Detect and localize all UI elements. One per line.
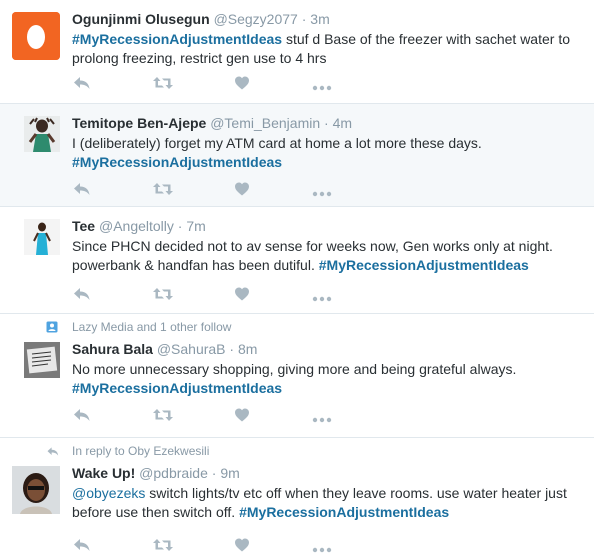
tweet-author-name[interactable]: Temitope Ben-Ajepe xyxy=(72,115,206,131)
reply-context-icon xyxy=(46,446,60,457)
retweet-icon[interactable] xyxy=(152,180,174,198)
tweet-text: I (deliberately) forget my ATM card at h… xyxy=(72,134,580,172)
egg-icon xyxy=(12,12,60,60)
more-options-icon[interactable] xyxy=(312,541,332,559)
tweet-author-name[interactable]: Wake Up! xyxy=(72,465,135,481)
tweet-timestamp[interactable]: 3m xyxy=(310,11,329,27)
tweet-author-handle[interactable]: @SahuraB xyxy=(157,341,226,357)
tweet-timestamp[interactable]: 9m xyxy=(220,465,239,481)
hashtag-link[interactable]: #MyRecessionAdjustmentIdeas xyxy=(72,380,282,396)
tweet-body: I (deliberately) forget my ATM card at h… xyxy=(72,135,482,151)
tweet-author-name[interactable]: Sahura Bala xyxy=(72,341,153,357)
follow-person-icon xyxy=(46,321,58,333)
tweet-item[interactable]: Tee @Angeltolly · 7m Since PHCN decided … xyxy=(0,207,594,314)
hashtag-link[interactable]: #MyRecessionAdjustmentIdeas xyxy=(72,154,282,170)
photo-avatar[interactable] xyxy=(24,342,60,378)
tweet-author-name[interactable]: Tee xyxy=(72,218,95,234)
hashtag-link[interactable]: #MyRecessionAdjustmentIdeas xyxy=(72,31,282,47)
tweet-body: No more unnecessary shopping, giving mor… xyxy=(72,361,517,377)
tweet-text: Since PHCN decided not to av sense for w… xyxy=(72,237,580,275)
egg-avatar[interactable] xyxy=(12,12,60,60)
more-options-icon[interactable] xyxy=(312,411,332,429)
tweet-author-name[interactable]: Ogunjinmi Olusegun xyxy=(72,11,210,27)
more-options-icon[interactable] xyxy=(312,79,332,97)
tweet-author-handle[interactable]: @Angeltolly xyxy=(99,218,174,234)
tweet-text: @obyezeks switch lights/tv etc off when … xyxy=(72,484,580,522)
social-context[interactable]: Lazy Media and 1 other follow xyxy=(72,320,231,335)
reply-icon[interactable] xyxy=(72,536,92,554)
tweet-timestamp[interactable]: 8m xyxy=(238,341,257,357)
separator-dot: · xyxy=(177,218,183,234)
tweet-author-handle[interactable]: @pdbraide xyxy=(139,465,208,481)
reply-icon[interactable] xyxy=(72,285,92,303)
avatar-photo xyxy=(24,219,60,255)
like-icon[interactable] xyxy=(234,285,250,303)
hashtag-link[interactable]: #MyRecessionAdjustmentIdeas xyxy=(319,257,529,273)
like-icon[interactable] xyxy=(234,180,250,198)
avatar-photo xyxy=(12,466,60,514)
like-icon[interactable] xyxy=(234,536,250,554)
separator-dot: · xyxy=(211,465,217,481)
timeline: Ogunjinmi Olusegun @Segzy2077 · 3m #MyRe… xyxy=(0,0,594,560)
person-avatar[interactable] xyxy=(24,219,60,255)
tweet-item[interactable]: Temitope Ben-Ajepe @Temi_Benjamin · 4m I… xyxy=(0,104,594,207)
separator-dot: · xyxy=(324,115,329,131)
tweet-timestamp[interactable]: 4m xyxy=(333,115,352,131)
reply-context[interactable]: In reply to Oby Ezekwesili xyxy=(72,444,209,459)
tweet-author-handle[interactable]: @Segzy2077 xyxy=(214,11,298,27)
tweet-author-handle[interactable]: @Temi_Benjamin xyxy=(210,115,320,131)
tweet-item[interactable]: In reply to Oby Ezekwesili Wake Up! @pdb… xyxy=(0,438,594,560)
person-avatar[interactable] xyxy=(12,466,60,514)
retweet-icon[interactable] xyxy=(152,536,174,554)
more-options-icon[interactable] xyxy=(312,185,332,203)
tweet-item[interactable]: Lazy Media and 1 other follow Sahura Bal… xyxy=(0,314,594,438)
separator-dot: · xyxy=(229,341,235,357)
tweet-text: #MyRecessionAdjustmentIdeas stuf d Base … xyxy=(72,30,580,68)
retweet-icon[interactable] xyxy=(152,406,174,424)
like-icon[interactable] xyxy=(234,74,250,92)
avatar-photo xyxy=(24,342,60,378)
reply-icon[interactable] xyxy=(72,180,92,198)
person-avatar[interactable] xyxy=(24,116,60,152)
tweet-item[interactable]: Ogunjinmi Olusegun @Segzy2077 · 3m #MyRe… xyxy=(0,0,594,104)
mention-link[interactable]: @obyezeks xyxy=(72,485,145,501)
tweet-text: No more unnecessary shopping, giving mor… xyxy=(72,360,580,398)
retweet-icon[interactable] xyxy=(152,285,174,303)
more-options-icon[interactable] xyxy=(312,290,332,308)
separator-dot: · xyxy=(301,11,307,27)
avatar-photo xyxy=(24,116,60,152)
reply-icon[interactable] xyxy=(72,74,92,92)
like-icon[interactable] xyxy=(234,406,250,424)
tweet-timestamp[interactable]: 7m xyxy=(186,218,205,234)
retweet-icon[interactable] xyxy=(152,74,174,92)
reply-icon[interactable] xyxy=(72,406,92,424)
hashtag-link[interactable]: #MyRecessionAdjustmentIdeas xyxy=(239,504,449,520)
